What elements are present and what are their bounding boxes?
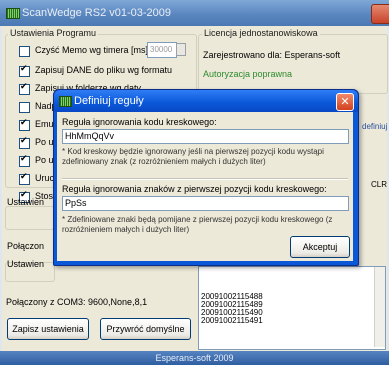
option-po-2-label: Po u	[35, 155, 54, 165]
save-data-checkbox[interactable]	[19, 64, 30, 77]
define-link[interactable]: definiuj	[362, 122, 387, 131]
settings-group-2	[5, 206, 55, 230]
dialog-title: Definiuj reguły	[74, 95, 144, 107]
save-data-label: Zapisuj DANE do pliku wg formatu	[35, 65, 173, 75]
memo-box[interactable]: 20091002115488 20091002115489 2009100211…	[198, 266, 386, 350]
main-title-bar[interactable]: ScanWedge RS2 v01-03-2009	[0, 0, 389, 26]
dialog-divider	[62, 178, 348, 180]
connection-status: Połączony z COM3: 9600,None,8,1	[6, 297, 148, 307]
char-rule-note: * Zdefiniowane znaki będą pomijane z pie…	[62, 215, 333, 234]
option-po-1-checkbox[interactable]	[19, 136, 30, 149]
run-label: Uruc	[35, 173, 55, 183]
char-rule-input[interactable]: PpSs	[62, 196, 349, 211]
run-checkbox[interactable]	[19, 172, 30, 185]
memo-line: 20091002115491	[201, 316, 263, 325]
emulation-checkbox[interactable]	[19, 118, 30, 131]
settings-group-title: Ustawienia Programu	[8, 28, 99, 38]
accept-button[interactable]: Akceptuj	[290, 236, 350, 258]
registered-for-label: Zarejestrowano dla: Esperans-soft	[203, 50, 341, 60]
license-group-title: Licencja jednostanowiskowa	[202, 28, 320, 38]
authorization-status: Autoryzacja poprawna	[203, 69, 293, 79]
memo-scrollbar[interactable]	[374, 267, 385, 347]
timer-input[interactable]: 30000	[147, 42, 177, 58]
barcode-rule-input[interactable]: HhMmQqVv	[62, 129, 349, 144]
option-po-2-checkbox[interactable]	[19, 154, 30, 167]
dialog-body: Reguła ignorowania kodu kreskowego: HhMm…	[57, 112, 353, 261]
dialog-close-button[interactable]: ✕	[336, 93, 354, 111]
option-po-1-label: Po u	[35, 137, 54, 147]
barcode-rule-note: * Kod kreskowy będzie ignorowany jeśli n…	[62, 147, 324, 166]
main-window-title: ScanWedge RS2 v01-03-2009	[22, 7, 172, 19]
dialog-title-bar[interactable]: Definiuj reguły ✕	[54, 90, 358, 112]
save-settings-button[interactable]: Zapisz ustawienia	[7, 318, 89, 340]
main-close-button[interactable]	[371, 4, 389, 24]
define-rules-dialog: Definiuj reguły ✕ Reguła ignorowania kod…	[53, 89, 359, 266]
barcode-rule-label: Reguła ignorowania kodu kreskowego:	[62, 117, 217, 127]
footer-bar: Esperans-soft 2009	[0, 351, 389, 365]
save-folder-checkbox[interactable]	[19, 82, 30, 95]
license-group	[198, 34, 388, 94]
overwrite-checkbox[interactable]	[19, 102, 30, 113]
settings-group-2-title: Ustawien	[7, 197, 45, 207]
connection-label-short: Połączon	[7, 241, 45, 251]
clear-memo-label: Czyść Memo wg timera [ms]	[35, 45, 149, 55]
restore-defaults-button[interactable]: Przywróć domyślne	[100, 318, 191, 340]
settings-group-3-title: Ustawien	[7, 259, 45, 269]
timer-spinner[interactable]	[176, 43, 186, 56]
char-rule-label: Reguła ignorowania znaków z pierwszej po…	[62, 184, 327, 194]
clear-memo-checkbox[interactable]	[19, 46, 30, 57]
dialog-app-icon	[59, 96, 72, 107]
app-icon	[6, 8, 20, 19]
clr-button[interactable]: CLR	[371, 180, 387, 189]
